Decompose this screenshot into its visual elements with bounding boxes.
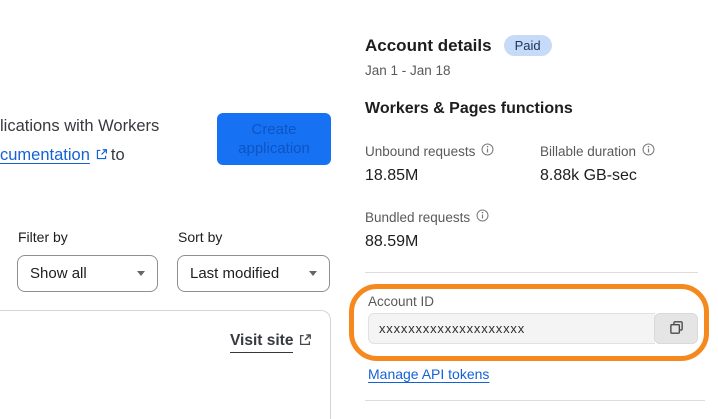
sort-select-value: Last modified [190, 265, 280, 282]
workers-pages-dashboard: lications with Workers cumentation to Cre… [0, 0, 718, 419]
stat-label: Bundled requests [365, 209, 540, 225]
info-icon[interactable] [476, 209, 489, 225]
intro-text: lications with Workers cumentation to [0, 112, 159, 171]
filter-select[interactable]: Show all [17, 255, 158, 292]
chevron-down-icon [137, 271, 145, 276]
filter-select-value: Show all [30, 265, 87, 282]
stat-label: Billable duration [540, 143, 715, 159]
sort-by-label: Sort by [178, 229, 223, 245]
account-details-header: Account details Paid [365, 35, 552, 56]
stat-billable-duration: Billable duration 8.88k GB-sec [540, 143, 715, 185]
documentation-link[interactable]: cumentation [0, 146, 90, 164]
manage-api-tokens-link: Manage API tokens [368, 366, 489, 382]
filter-by-label: Filter by [18, 229, 68, 245]
create-application-button[interactable]: Create application [217, 113, 331, 165]
stat-label-text: Billable duration [540, 143, 637, 159]
stat-bundled-requests: Bundled requests 88.59M [365, 209, 540, 251]
chevron-down-icon [309, 271, 317, 276]
date-range: Jan 1 - Jan 18 [365, 63, 451, 78]
copy-account-id-button[interactable] [654, 313, 698, 344]
stat-label-text: Unbound requests [365, 143, 476, 159]
account-id-label: Account ID [368, 294, 435, 309]
account-id-group [368, 313, 698, 344]
stat-unbound-requests: Unbound requests 18.85M [365, 143, 540, 185]
paid-badge: Paid [503, 35, 552, 56]
divider [365, 272, 698, 273]
manage-api-tokens-anchor[interactable]: Manage API tokens [368, 366, 489, 382]
sort-select[interactable]: Last modified [177, 255, 330, 292]
account-id-input[interactable] [368, 313, 655, 344]
external-link-icon [298, 333, 312, 352]
intro-line-1: lications with Workers [0, 117, 160, 135]
functions-section-title: Workers & Pages functions [365, 100, 573, 117]
copy-icon [668, 319, 685, 339]
create-application-label: Create application [238, 121, 310, 157]
info-icon[interactable] [642, 143, 655, 159]
stat-value: 8.88k GB-sec [540, 167, 637, 184]
info-icon[interactable] [481, 143, 494, 159]
stat-value: 18.85M [365, 167, 419, 184]
divider [365, 400, 705, 401]
stat-value: 88.59M [365, 233, 419, 250]
external-link-icon [95, 142, 108, 171]
visit-site-label: Visit site [230, 332, 294, 353]
stat-label: Unbound requests [365, 143, 540, 159]
intro-line-2: cumentation to [0, 141, 159, 171]
intro-after-link: to [110, 146, 125, 164]
project-card [0, 310, 331, 419]
visit-site-link[interactable]: Visit site [230, 332, 315, 353]
account-details-title: Account details [365, 35, 492, 55]
stat-label-text: Bundled requests [365, 209, 471, 225]
